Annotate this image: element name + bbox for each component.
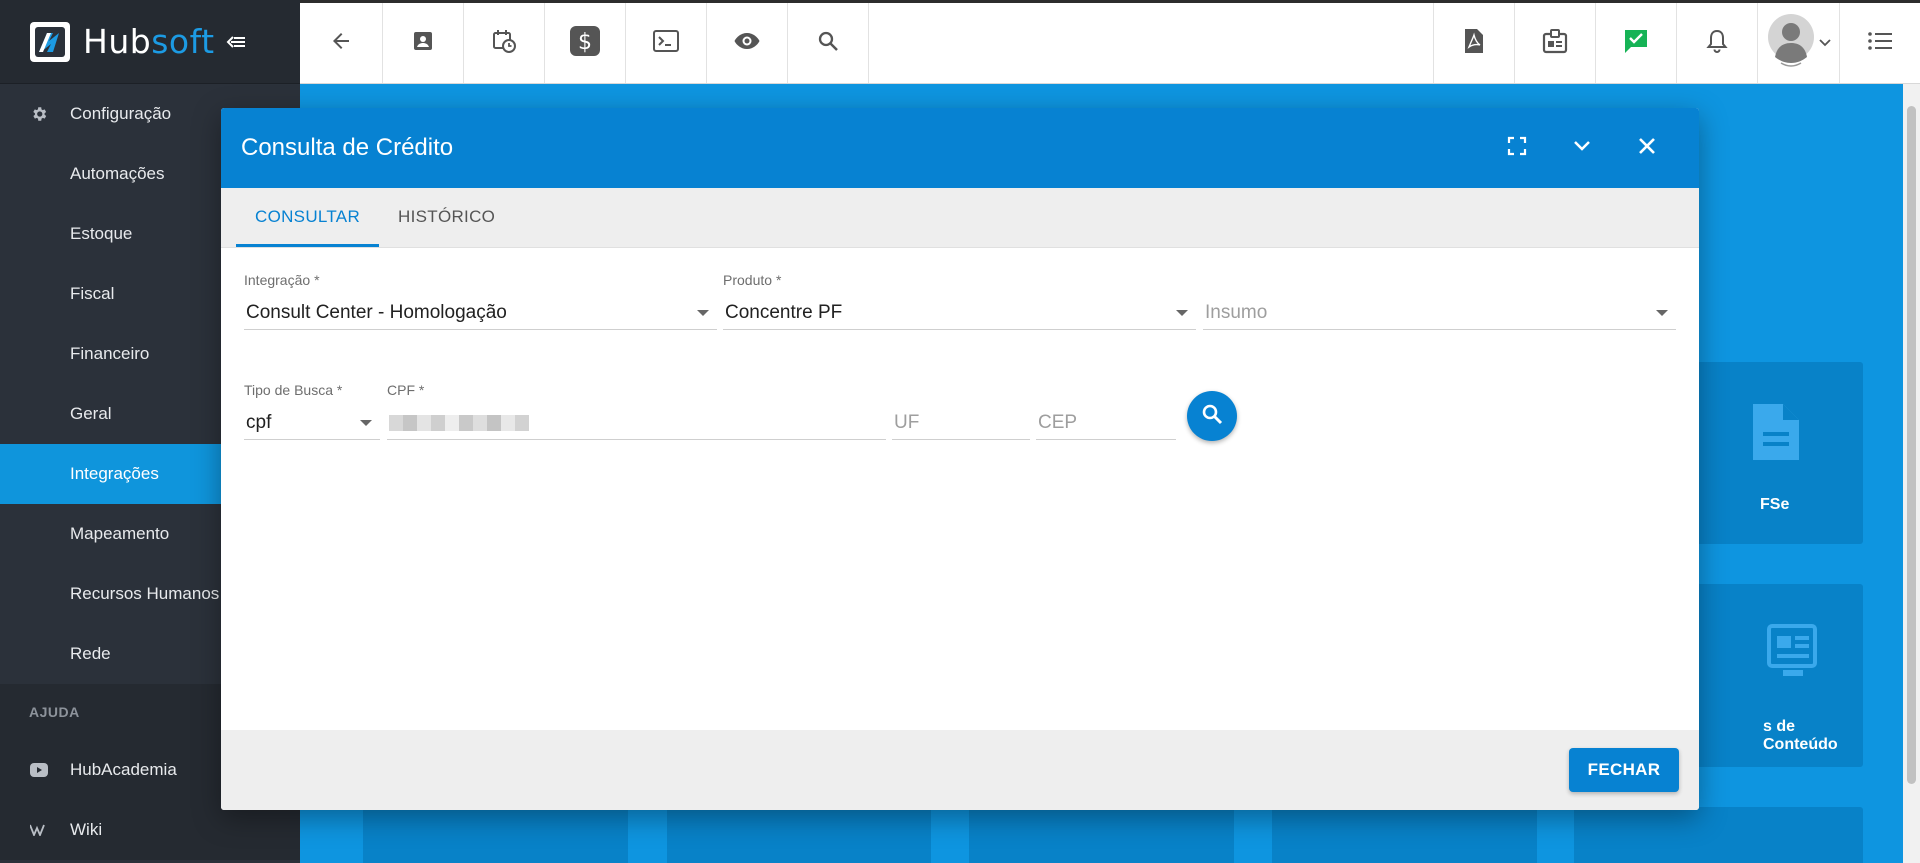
calendar-clock-icon [491, 28, 517, 59]
cpf-input[interactable]: CPF * [387, 382, 886, 440]
pdf-file-icon [1463, 28, 1485, 59]
dropdown-caret-icon [697, 309, 709, 316]
financial-button[interactable]: $ [545, 3, 626, 83]
contacts-button[interactable] [383, 3, 464, 83]
page-scrollbar-thumb[interactable] [1907, 106, 1916, 784]
chevron-down-icon [1573, 139, 1591, 157]
close-icon [1637, 136, 1657, 161]
dialog-tabs: CONSULTAR HISTÓRICO [221, 188, 1699, 248]
sidebar-item-label: Wiki [70, 820, 103, 839]
news-icon [1767, 624, 1819, 685]
search-button[interactable] [788, 3, 869, 83]
produto-select[interactable]: Produto * Concentre PF [723, 272, 1196, 330]
produto-value[interactable]: Concentre PF [723, 296, 1196, 330]
terminal-button[interactable] [626, 3, 707, 83]
dropdown-caret-icon [360, 419, 372, 426]
bottom-card-2[interactable] [667, 807, 931, 863]
sidebar-item-label: Rede [70, 644, 111, 663]
brand-name: Hubsoft [83, 22, 215, 61]
dollar-icon: $ [570, 25, 600, 61]
tipo-busca-select[interactable]: Tipo de Busca * cpf [244, 382, 380, 440]
chevron-down-icon [1818, 34, 1831, 52]
sidebar-item-label: Financeiro [70, 344, 150, 363]
back-arrow-icon [329, 29, 353, 58]
bell-icon [1705, 28, 1729, 59]
close-dialog-button[interactable] [1627, 128, 1667, 168]
cep-value[interactable]: CEP [1036, 406, 1176, 440]
uf-input[interactable]: UF [892, 382, 1030, 440]
badge-button[interactable] [1514, 3, 1595, 83]
wikipedia-icon [29, 820, 49, 840]
masked-cpf-value [389, 414, 529, 431]
fullscreen-button[interactable] [1497, 128, 1537, 168]
card-label: FSe [1760, 496, 1790, 513]
sidebar-item-label: Geral [70, 404, 112, 423]
sidebar-item-label: HubAcademia [70, 760, 177, 779]
svg-text:$: $ [578, 30, 592, 55]
list-menu-icon [1867, 31, 1893, 56]
cpf-value[interactable] [387, 406, 886, 440]
brand-header: Hubsoft [0, 0, 300, 84]
minimize-button[interactable] [1562, 128, 1602, 168]
gear-icon [29, 104, 49, 124]
avatar [1767, 13, 1815, 74]
sidebar-item-label: Fiscal [70, 284, 115, 303]
integracao-select[interactable]: Integração * Consult Center - Homologaçã… [244, 272, 717, 330]
dialog-header: Consulta de Crédito [221, 108, 1699, 188]
id-badge-icon [1542, 28, 1568, 59]
sidebar-item-label: Integrações [70, 464, 159, 483]
chat-button[interactable] [1595, 3, 1676, 83]
credit-check-dialog: Consulta de Crédito CONSULTAR HISTÓRICO … [221, 108, 1699, 810]
dialog-title: Consulta de Crédito [241, 134, 454, 161]
main-menu-button[interactable] [1839, 3, 1920, 83]
tab-consultar[interactable]: CONSULTAR [236, 187, 380, 247]
dialog-footer: FECHAR [221, 730, 1699, 810]
contact-card-icon [411, 29, 435, 58]
chat-check-icon [1622, 27, 1650, 60]
notifications-button[interactable] [1676, 3, 1757, 83]
youtube-icon [29, 760, 49, 780]
insumo-select[interactable]: Insumo [1203, 272, 1676, 330]
cep-input[interactable]: CEP [1036, 382, 1176, 440]
insumo-value[interactable]: Insumo [1203, 296, 1676, 330]
uf-value[interactable]: UF [892, 406, 1030, 440]
top-toolbar: $ [300, 0, 1920, 84]
bottom-card-4[interactable] [1272, 807, 1537, 863]
collapse-sidebar-icon[interactable] [225, 32, 247, 52]
field-label: Integração * [244, 272, 320, 288]
back-button[interactable] [300, 3, 383, 83]
search-icon [816, 29, 840, 58]
dropdown-caret-icon [1656, 309, 1668, 316]
field-label: Tipo de Busca * [244, 382, 343, 398]
eye-icon [733, 31, 761, 56]
sidebar-item-label: Configuração [70, 104, 172, 123]
sidebar-item-label: Mapeamento [70, 524, 170, 543]
fullscreen-icon [1507, 136, 1527, 161]
sidebar-item-label: Recursos Humanos [70, 584, 220, 603]
card-label: s de Conteúdo [1763, 718, 1838, 753]
schedule-button[interactable] [464, 3, 545, 83]
integracao-value[interactable]: Consult Center - Homologação [244, 296, 717, 330]
search-icon [1200, 402, 1224, 431]
fechar-button[interactable]: FECHAR [1569, 748, 1679, 792]
sidebar-item-label: Estoque [70, 224, 133, 243]
field-label: Produto * [723, 272, 782, 288]
search-submit-button[interactable] [1187, 391, 1237, 441]
user-menu-button[interactable] [1757, 3, 1839, 83]
tab-historico[interactable]: HISTÓRICO [379, 187, 514, 247]
field-label: CPF * [387, 382, 425, 398]
hubsoft-logo-icon[interactable] [30, 21, 70, 62]
bottom-card-3[interactable] [969, 807, 1234, 863]
tipo-busca-value[interactable]: cpf [244, 406, 380, 440]
bottom-card-1[interactable] [363, 807, 628, 863]
sidebar-item-label: Automações [70, 164, 165, 183]
terminal-icon [653, 29, 679, 58]
bottom-card-5[interactable] [1574, 807, 1863, 863]
view-button[interactable] [707, 3, 788, 83]
document-icon [1751, 402, 1801, 467]
dropdown-caret-icon [1176, 309, 1188, 316]
pdf-button[interactable] [1433, 3, 1514, 83]
